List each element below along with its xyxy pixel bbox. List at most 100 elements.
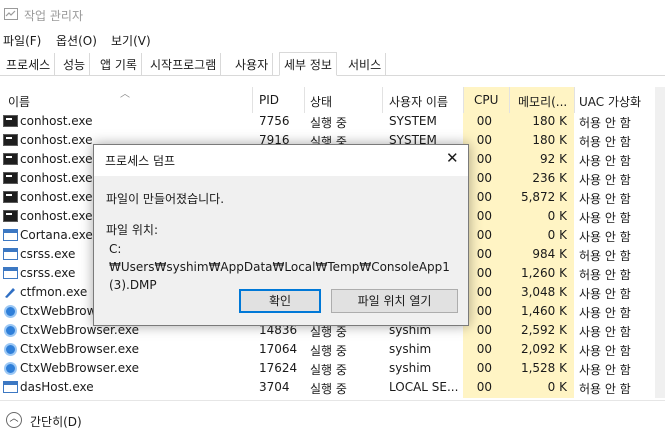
- process-uac: 허용 안 함: [579, 116, 631, 130]
- process-user: syshim: [389, 342, 432, 356]
- process-memory: 2,592 K: [520, 323, 567, 337]
- process-cpu: 00: [476, 285, 492, 299]
- menu-file[interactable]: 파일(F): [3, 32, 41, 49]
- process-memory: 5,872 K: [520, 190, 567, 204]
- process-memory: 3,048 K: [520, 285, 567, 299]
- column-header-pid[interactable]: PID: [259, 93, 279, 107]
- file-location-label: 파일 위치:: [106, 223, 159, 237]
- process-name: CtxWebBrowser.exe: [20, 342, 139, 356]
- process-cpu: 00: [476, 133, 492, 147]
- window-icon: [3, 381, 18, 393]
- sort-up-icon: ︿: [120, 89, 130, 100]
- process-pid: 3704: [259, 380, 290, 394]
- tab-details[interactable]: 세부 정보: [279, 52, 337, 76]
- process-user: SYSTEM: [389, 114, 437, 128]
- globe-icon: [4, 343, 17, 356]
- menu-options[interactable]: 옵션(O): [56, 32, 97, 49]
- process-cpu: 00: [476, 304, 492, 318]
- dialog-message: 파일이 만들어졌습니다.: [106, 192, 225, 206]
- menu-view[interactable]: 보기(V): [111, 32, 151, 49]
- tab-users[interactable]: 사용자: [231, 53, 274, 75]
- process-cpu: 00: [476, 342, 492, 356]
- process-uac: 사용 안 함: [579, 363, 631, 377]
- window-title: 작업 관리자: [24, 9, 84, 23]
- process-cpu: 00: [476, 323, 492, 337]
- globe-icon: [4, 324, 17, 337]
- process-name: CtxWebBrowser.exe: [20, 361, 139, 375]
- process-memory: 180 K: [532, 133, 567, 147]
- process-cpu: 00: [476, 228, 492, 242]
- column-divider[interactable]: [304, 87, 305, 113]
- task-manager-icon: [4, 8, 18, 20]
- process-name: dasHost.exe: [20, 380, 94, 394]
- tab-startup[interactable]: 시작프로그램: [146, 53, 222, 75]
- column-divider[interactable]: [382, 87, 383, 113]
- column-header-user[interactable]: 사용자 이름: [389, 93, 448, 110]
- process-memory: 2,092 K: [520, 342, 567, 356]
- column-header-status[interactable]: 상태: [310, 93, 332, 110]
- process-memory: 236 K: [532, 171, 567, 185]
- window-icon: [3, 229, 18, 241]
- file-path: C:₩Users₩syshim₩AppData₩Local₩Temp₩Conso…: [109, 242, 450, 292]
- process-status: 실행 중: [310, 344, 347, 358]
- process-cpu: 00: [476, 152, 492, 166]
- process-cpu: 00: [476, 380, 492, 394]
- tab-performance[interactable]: 성능: [59, 53, 91, 75]
- table-row[interactable]: conhost.exe 7756 실행 중 SYSTEM 00 180 K 허용 안 함: [0, 112, 655, 131]
- process-pid: 17624: [259, 361, 298, 375]
- column-header-name[interactable]: 이름: [8, 93, 30, 110]
- tab-processes[interactable]: 프로세스: [2, 53, 56, 75]
- console-icon: [3, 172, 18, 184]
- table-row[interactable]: CtxWebBrowser.exe 17624 실행 중 syshim 00 1,528 …: [0, 359, 655, 378]
- column-divider[interactable]: [463, 87, 464, 113]
- window-icon: [3, 248, 18, 260]
- open-file-location-button[interactable]: 파일 위치 열기: [331, 289, 458, 313]
- process-cpu: 00: [476, 190, 492, 204]
- process-uac: 사용 안 함: [579, 287, 631, 301]
- process-memory: 180 K: [532, 114, 567, 128]
- process-uac: 허용 안 함: [579, 249, 631, 263]
- footer-bar: [0, 400, 665, 442]
- process-status: 실행 중: [310, 363, 347, 377]
- tab-services[interactable]: 서비스: [344, 53, 387, 75]
- menu-bar: [0, 30, 665, 50]
- process-uac: 사용 안 함: [579, 211, 631, 225]
- process-cpu: 00: [476, 247, 492, 261]
- table-row[interactable]: CtxWebBrowser.exe 17064 실행 중 syshim 00 2,092 …: [0, 340, 655, 359]
- process-uac: 허용 안 함: [579, 135, 631, 149]
- process-memory: 1,460 K: [520, 304, 567, 318]
- column-header-memory[interactable]: 메모리(...: [518, 93, 567, 110]
- process-memory: 0 K: [547, 209, 567, 223]
- chevron-up-icon[interactable]: ︿: [6, 412, 22, 428]
- tab-app-history[interactable]: 앱 기록: [96, 53, 142, 75]
- console-icon: [3, 191, 18, 203]
- process-uac: 사용 안 함: [579, 192, 631, 206]
- console-icon: [3, 153, 18, 165]
- process-user: LOCAL SE...: [389, 380, 459, 394]
- process-uac: 사용 안 함: [579, 173, 631, 187]
- column-divider[interactable]: [252, 87, 253, 113]
- ok-button[interactable]: 확인: [239, 289, 321, 313]
- process-memory: 1,260 K: [520, 266, 567, 280]
- column-header-uac[interactable]: UAC 가상화: [579, 93, 641, 110]
- console-icon: [3, 134, 18, 146]
- process-uac: 사용 안 함: [579, 325, 631, 339]
- process-cpu: 00: [476, 114, 492, 128]
- table-row[interactable]: dasHost.exe 3704 실행 중 LOCAL SE... 00 0 K 허용 안 …: [0, 378, 655, 397]
- column-divider[interactable]: [574, 87, 575, 113]
- column-divider[interactable]: [509, 87, 510, 113]
- process-name: conhost.exe: [20, 114, 93, 128]
- globe-icon: [4, 362, 17, 375]
- process-uac: 사용 안 함: [579, 230, 631, 244]
- globe-icon: [4, 305, 17, 318]
- process-memory: 92 K: [540, 152, 567, 166]
- fewer-details-link[interactable]: 간단히(D): [30, 413, 82, 430]
- process-memory: 1,528 K: [520, 361, 567, 375]
- column-header-cpu[interactable]: CPU: [474, 93, 498, 107]
- process-uac: 허용 안 함: [579, 382, 631, 396]
- process-memory: 0 K: [547, 228, 567, 242]
- process-uac: 허용 안 함: [579, 268, 631, 282]
- process-status: 실행 중: [310, 116, 347, 130]
- close-icon[interactable]: ✕: [446, 149, 459, 167]
- vertical-scrollbar[interactable]: [655, 87, 665, 398]
